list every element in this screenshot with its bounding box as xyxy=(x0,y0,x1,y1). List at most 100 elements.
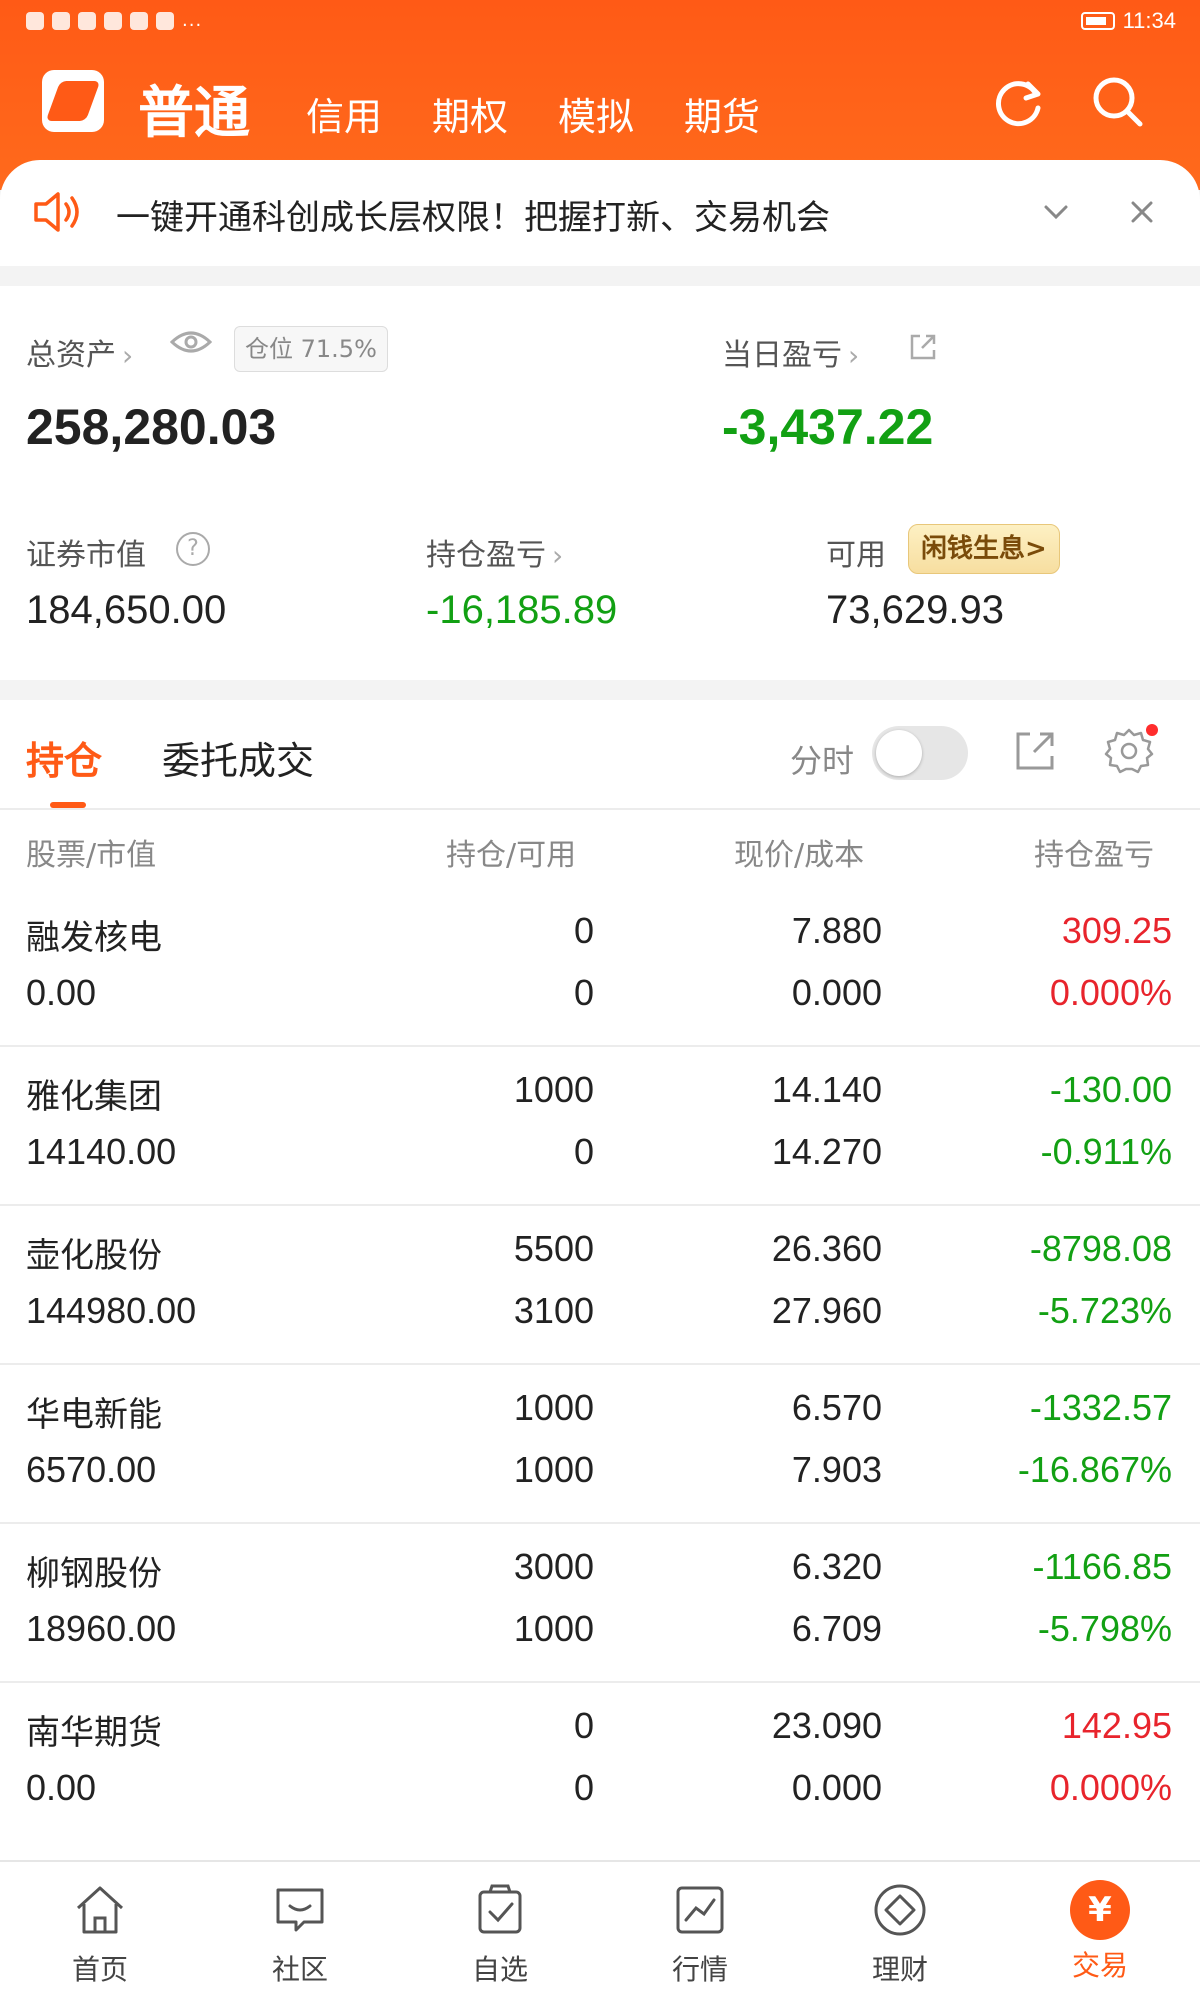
tab-orders[interactable]: 委托成交 xyxy=(162,730,314,785)
cost-price: 0.000 xyxy=(791,1767,882,1808)
chat-notification-icon xyxy=(104,11,122,30)
nav-label: 社区 xyxy=(271,1953,328,1986)
current-price: 7.880 xyxy=(791,910,882,951)
nav-label: 交易 xyxy=(1071,1949,1128,1982)
chevron-right-icon: › xyxy=(848,339,860,372)
chat-icon xyxy=(276,1888,324,1932)
holding-row[interactable]: 壶化股份 144980.00 5500 3100 26.360 27.960 -8798.0… xyxy=(0,1206,1200,1365)
holding-pl: -130.00 xyxy=(1049,1069,1172,1110)
home-icon xyxy=(76,1886,124,1934)
trade-icon: ¥ xyxy=(1070,1880,1130,1940)
holding-pl: 309.25 xyxy=(1061,910,1172,951)
idle-cash-yield-button[interactable]: 闲钱生息> xyxy=(908,524,1060,574)
tab-normal[interactable]: 普通 xyxy=(138,68,250,149)
speaker-icon xyxy=(34,192,79,232)
stock-name: 华电新能 xyxy=(26,1395,162,1435)
divider xyxy=(0,808,1200,810)
tab-futures[interactable]: 期货 xyxy=(684,86,760,141)
cost-price: 14.270 xyxy=(771,1131,882,1172)
battery-icon xyxy=(1080,12,1115,30)
search-icon[interactable] xyxy=(1088,72,1148,132)
total-assets-value: 258,280.03 xyxy=(26,399,277,455)
chevron-right-icon: › xyxy=(122,339,134,372)
nav-trade[interactable]: ¥ 交易 xyxy=(1040,1880,1160,1990)
market-value: 184,650.00 xyxy=(26,588,227,632)
app-notification-icon xyxy=(78,11,96,30)
current-price: 23.090 xyxy=(771,1705,882,1746)
current-price: 6.570 xyxy=(791,1387,882,1428)
nav-label: 首页 xyxy=(71,1953,128,1986)
holding-row[interactable]: 柳钢股份 18960.00 3000 1000 6.320 6.709 -1166.85 -5… xyxy=(0,1524,1200,1683)
current-price: 26.360 xyxy=(771,1228,882,1269)
column-header-price: 现价/成本 xyxy=(734,838,865,873)
intraday-toggle[interactable] xyxy=(872,726,968,780)
stock-name: 南华期货 xyxy=(26,1713,162,1753)
tab-simulation[interactable]: 模拟 xyxy=(558,86,634,141)
market-value-label: 证券市值 xyxy=(26,538,146,573)
holding-row[interactable]: 融发核电 0.00 0 0 7.880 0.000 309.25 0.000% xyxy=(0,888,1200,1047)
refresh-icon[interactable] xyxy=(990,72,1050,132)
stock-name: 壶化股份 xyxy=(26,1236,162,1276)
holding-row[interactable]: 雅化集团 14140.00 1000 0 14.140 14.270 -130.00 -0.9… xyxy=(0,1047,1200,1206)
nav-label: 理财 xyxy=(871,1953,928,1986)
holdings-panel: 持仓 委托成交 分时 股票/市值 持仓/可用 现价/成本 持仓盈亏 融发核电 0.… xyxy=(0,700,1200,1860)
cost-price: 7.903 xyxy=(791,1449,882,1490)
nav-market[interactable]: 行情 xyxy=(640,1880,760,1990)
nav-watchlist[interactable]: 自选 xyxy=(440,1880,560,1990)
holding-row[interactable]: 华电新能 6570.00 1000 1000 6.570 7.903 -1332.57 -16… xyxy=(0,1365,1200,1524)
help-icon[interactable]: ? xyxy=(176,532,210,566)
holding-row[interactable]: 南华期货 0.00 0 0 23.090 0.000 142.95 0.000% xyxy=(0,1683,1200,1841)
holding-pl-percent: 0.000% xyxy=(1049,1767,1172,1808)
tab-credit[interactable]: 信用 xyxy=(306,86,382,141)
nav-community[interactable]: 社区 xyxy=(240,1880,360,1990)
column-header-stock: 股票/市值 xyxy=(26,838,157,873)
cost-price: 0.000 xyxy=(791,972,882,1013)
daily-pl-label[interactable]: 当日盈亏 › xyxy=(722,330,859,374)
position-qty: 3000 xyxy=(513,1546,594,1587)
market-value: 18960.00 xyxy=(26,1608,177,1649)
available-qty: 3100 xyxy=(513,1290,594,1331)
close-icon[interactable] xyxy=(1124,194,1160,230)
banner-message[interactable]: 一键开通科创成长层权限！把握打新、交易机会 xyxy=(116,190,830,239)
column-header-pl: 持仓盈亏 xyxy=(1034,838,1154,873)
column-header-position: 持仓/可用 xyxy=(446,838,577,873)
position-qty: 0 xyxy=(573,910,594,951)
holding-pl-percent: -0.911% xyxy=(1040,1131,1172,1172)
holding-pl-value: -16,185.89 xyxy=(426,588,618,632)
available-qty: 1000 xyxy=(513,1449,594,1490)
chevron-right-icon: › xyxy=(552,539,564,572)
cost-price: 6.709 xyxy=(791,1608,882,1649)
app-notification-icon xyxy=(52,11,70,30)
eye-icon[interactable] xyxy=(170,328,212,356)
stock-name: 融发核电 xyxy=(26,918,162,958)
nav-label: 自选 xyxy=(471,1953,528,1986)
intraday-label: 分时 xyxy=(790,742,855,780)
share-icon[interactable] xyxy=(1012,728,1058,774)
bottom-nav: 首页 社区 自选 行情 理财 ¥ 交易 xyxy=(0,1860,1200,2000)
cost-price: 27.960 xyxy=(771,1290,882,1331)
holding-pl-percent: -5.798% xyxy=(1037,1608,1172,1649)
nav-home[interactable]: 首页 xyxy=(40,1880,160,1990)
nav-wealth[interactable]: 理财 xyxy=(840,1880,960,1990)
promo-banner[interactable]: 一键开通科创成长层权限！把握打新、交易机会 xyxy=(0,160,1200,266)
position-qty: 5500 xyxy=(513,1228,594,1269)
notification-dot xyxy=(1146,724,1158,736)
app-notification-icon xyxy=(130,11,148,30)
available-qty: 1000 xyxy=(513,1608,594,1649)
chevron-down-icon[interactable] xyxy=(1038,194,1074,230)
tab-positions[interactable]: 持仓 xyxy=(26,730,102,785)
status-bar: ... 11:34 xyxy=(0,0,1200,44)
total-assets-label[interactable]: 总资产 › xyxy=(26,330,133,374)
nav-label: 行情 xyxy=(671,1953,728,1986)
holding-pl-label[interactable]: 持仓盈亏 › xyxy=(426,530,563,574)
status-icons: ... xyxy=(26,10,202,31)
holding-pl: 142.95 xyxy=(1061,1705,1172,1746)
app-logo xyxy=(42,70,104,132)
share-icon[interactable] xyxy=(908,332,938,362)
asset-summary-card: 总资产 › 仓位 71.5% 258,280.03 当日盈亏 › -3,437.22… xyxy=(0,286,1200,680)
position-ratio-badge: 仓位 71.5% xyxy=(234,326,388,372)
daily-pl-value: -3,437.22 xyxy=(722,399,934,455)
tab-options[interactable]: 期权 xyxy=(432,86,508,141)
available-label: 可用 xyxy=(826,538,886,573)
holding-pl: -1332.57 xyxy=(1029,1387,1172,1428)
